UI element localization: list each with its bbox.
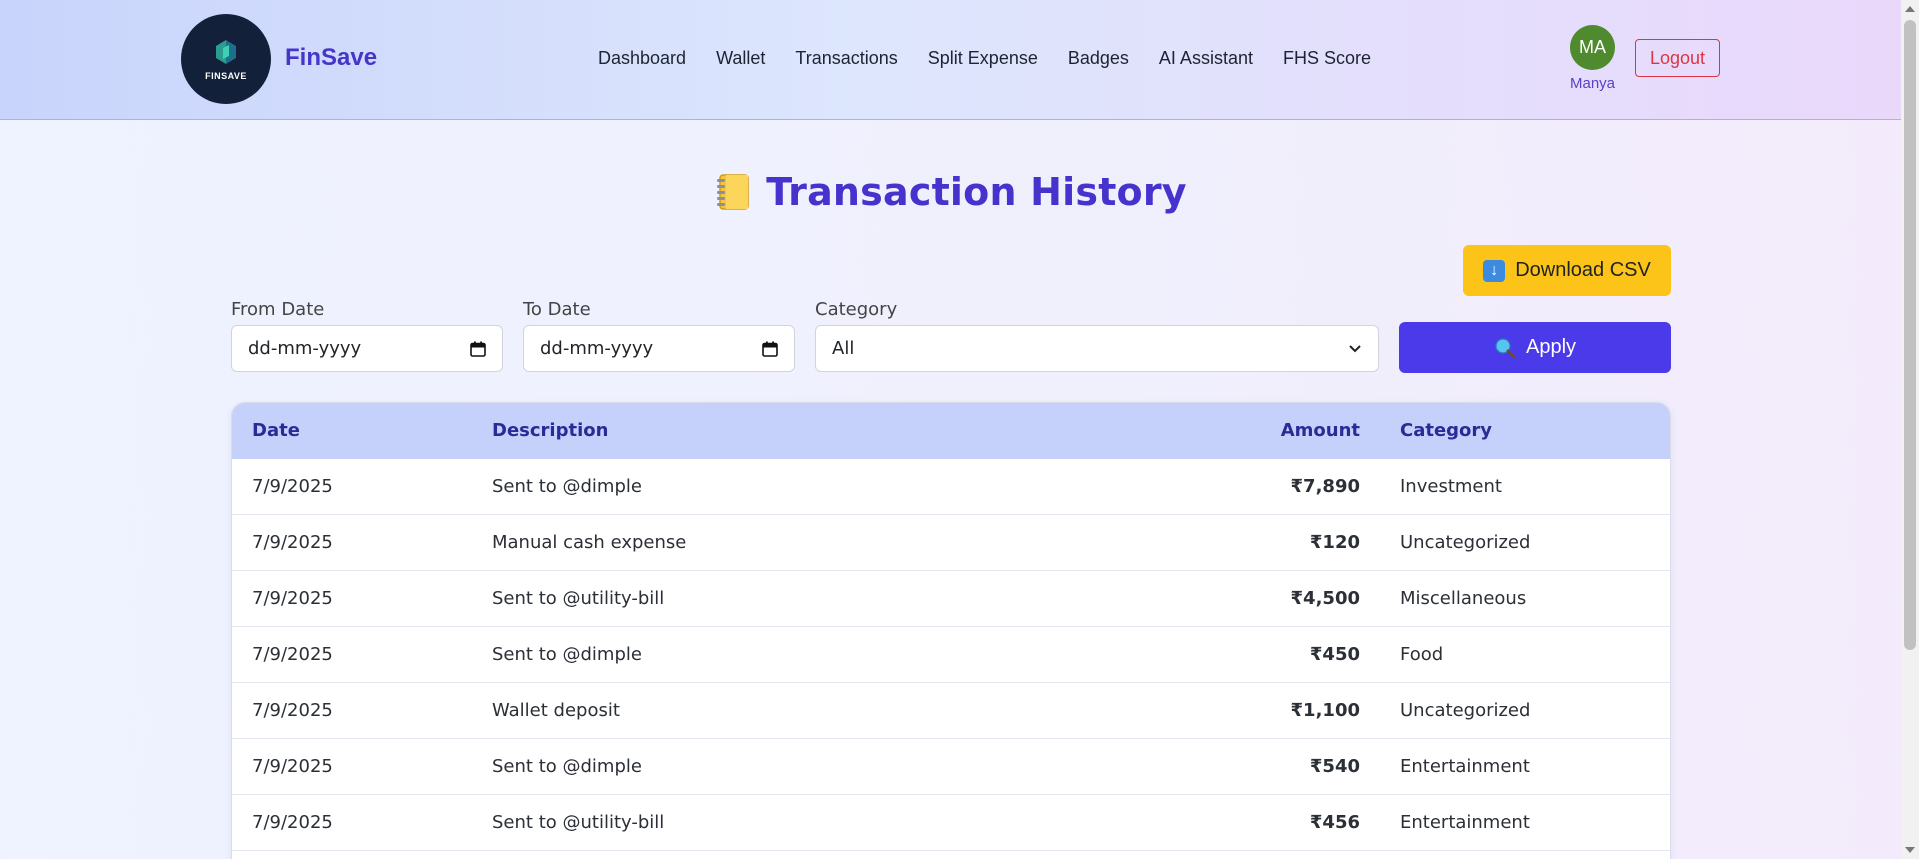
to-date-input[interactable]: dd-mm-yyyy — [523, 325, 795, 372]
user-name: Manya — [1570, 75, 1616, 92]
scroll-up-icon[interactable] — [1905, 6, 1915, 12]
nav-wallet[interactable]: Wallet — [716, 48, 765, 69]
transactions-table: Date Description Amount Category Type 7/… — [231, 402, 1671, 859]
cell-description: Sent to @utility-bill — [492, 588, 665, 609]
download-csv-label: Download CSV — [1515, 259, 1651, 281]
table-body: 7/9/2025Sent to @dimple₹7,890InvestmentD… — [232, 459, 1670, 851]
cell-date: 7/9/2025 — [252, 700, 333, 721]
cell-category: Uncategorized — [1400, 700, 1531, 721]
cell-amount: ₹450 — [1309, 644, 1360, 665]
cell-amount: ₹1,100 — [1290, 700, 1360, 721]
page-title: Transaction History — [766, 170, 1187, 214]
table-row[interactable]: 7/9/2025 Sent to @utility-bill ₹4,500 Misce… — [232, 571, 1670, 627]
nav-dashboard[interactable]: Dashboard — [598, 48, 686, 69]
logo-text: FINSAVE — [205, 70, 247, 81]
calendar-icon[interactable] — [470, 341, 486, 357]
cell-amount: ₹120 — [1309, 532, 1360, 553]
to-date-label: To Date — [523, 299, 591, 320]
cell-description: Sent to @dimple — [492, 644, 642, 665]
nav-split-expense[interactable]: Split Expense — [928, 48, 1038, 69]
table-row[interactable]: 7/9/2025 Sent to @dimple ₹540 Entertainment… — [232, 739, 1670, 795]
cell-date: 7/9/2025 — [252, 812, 333, 833]
from-date-label: From Date — [231, 299, 325, 320]
cell-description: Sent to @utility-bill — [492, 812, 665, 833]
apply-label: Apply — [1525, 336, 1577, 358]
user-avatar[interactable]: MA — [1570, 25, 1615, 70]
cell-date: 7/9/2025 — [252, 532, 333, 553]
brand-name[interactable]: FinSave — [285, 44, 377, 72]
nav-fhs-score[interactable]: FHS Score — [1283, 48, 1371, 69]
cell-description: Sent to @dimple — [492, 756, 642, 777]
category-label: Category — [815, 299, 898, 320]
cell-category: Entertainment — [1400, 812, 1530, 833]
page-scrollbar[interactable] — [1901, 0, 1919, 859]
cell-amount: ₹456 — [1309, 812, 1360, 833]
cell-category: Food — [1400, 644, 1444, 665]
table-header: Date Description Amount Category Type — [232, 403, 1670, 459]
notebook-icon — [717, 174, 749, 210]
cell-date: 7/9/2025 — [252, 756, 333, 777]
nav-transactions[interactable]: Transactions — [795, 48, 897, 69]
page-title-row: Transaction History — [0, 170, 1901, 214]
logout-button[interactable]: Logout — [1635, 39, 1720, 77]
cell-date: 7/9/2025 — [252, 476, 333, 497]
finsave-logo[interactable]: FINSAVE — [181, 14, 271, 104]
cell-description: Manual cash expense — [492, 532, 687, 553]
scroll-down-icon[interactable] — [1905, 847, 1915, 853]
nav-badges[interactable]: Badges — [1068, 48, 1129, 69]
table-row[interactable]: 7/9/2025Sent to @dimple₹450FoodDebit — [232, 627, 1670, 683]
table-row[interactable]: 7/9/2025 Sent to @utility-bill ₹456 Enterta… — [232, 795, 1670, 851]
from-date-input[interactable]: dd-mm-yyyy — [231, 325, 503, 372]
scroll-thumb[interactable] — [1904, 20, 1916, 650]
to-date-placeholder: dd-mm-yyyy — [540, 338, 654, 359]
top-navbar: FINSAVE FinSave Dashboard Wallet Transac… — [0, 0, 1901, 120]
chevron-down-icon — [1349, 344, 1361, 352]
cell-description: Wallet deposit — [492, 700, 620, 721]
cell-category: Miscellaneous — [1400, 588, 1527, 609]
nav-ai-assistant[interactable]: AI Assistant — [1159, 48, 1253, 69]
cell-category: Investment — [1400, 476, 1502, 497]
download-csv-button[interactable]: ↓ Download CSV — [1463, 245, 1671, 296]
magnifier-icon — [1495, 337, 1516, 358]
header-category[interactable]: Category — [1400, 403, 1492, 459]
cell-category: Entertainment — [1400, 756, 1530, 777]
category-select[interactable]: All — [815, 325, 1379, 372]
category-selected-value: All — [832, 338, 855, 359]
table-row[interactable]: 7/9/2025Sent to @dimple₹7,890InvestmentD… — [232, 459, 1670, 515]
cell-date: 7/9/2025 — [252, 644, 333, 665]
cell-amount: ₹540 — [1309, 756, 1360, 777]
table-row[interactable]: 7/9/2025 Wallet deposit ₹1,100 Uncategorize… — [232, 683, 1670, 739]
cell-amount: ₹7,890 — [1290, 476, 1360, 497]
header-description[interactable]: Description — [492, 403, 608, 459]
main-nav: Dashboard Wallet Transactions Split Expe… — [598, 48, 1371, 69]
cell-category: Uncategorized — [1400, 532, 1531, 553]
header-date[interactable]: Date — [252, 403, 300, 459]
from-date-placeholder: dd-mm-yyyy — [248, 338, 362, 359]
apply-filter-button[interactable]: Apply — [1399, 322, 1671, 373]
down-arrow-icon: ↓ — [1483, 259, 1506, 282]
cell-date: 7/9/2025 — [252, 588, 333, 609]
cell-amount: ₹4,500 — [1290, 588, 1360, 609]
cell-description: Sent to @dimple — [492, 476, 642, 497]
logo-mark-icon — [216, 39, 236, 64]
table-row[interactable]: 7/9/2025 Manual cash expense ₹120 Uncategor… — [232, 515, 1670, 571]
calendar-icon[interactable] — [762, 341, 778, 357]
header-amount[interactable]: Amount — [1052, 403, 1360, 459]
